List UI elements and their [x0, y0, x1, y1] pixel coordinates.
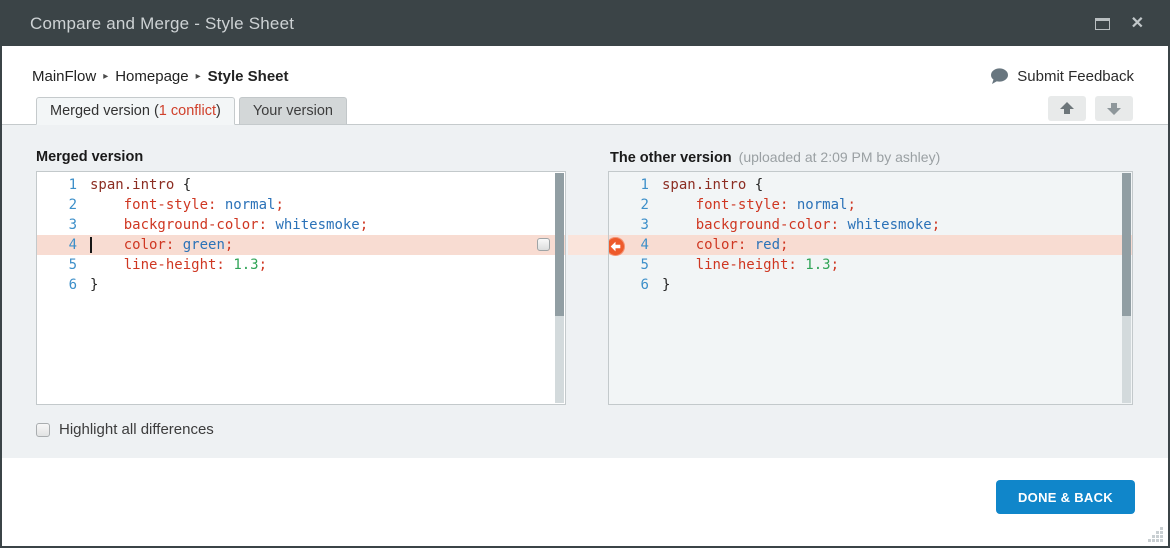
code-text: background-color: whitesmoke; — [123, 217, 369, 233]
code-line-4[interactable]: 4 color: red; — [608, 235, 1132, 255]
merged-version-editor[interactable]: 1 span.intro {2 font-style: normal; 3 back… — [36, 171, 566, 405]
line-number: 5 — [640, 257, 649, 273]
scrollbar-thumb[interactable] — [554, 173, 564, 316]
code-text: } — [90, 277, 99, 293]
code-line-3[interactable]: 3 background-color: whitesmoke; — [609, 215, 1132, 235]
conflict-line-checkbox[interactable] — [536, 238, 550, 251]
code-line-4[interactable]: 4 color: green; — [37, 235, 565, 255]
dialog-window: Compare and Merge - Style Sheet ✕ MainFl… — [0, 0, 1170, 548]
resize-grip-icon[interactable] — [1147, 526, 1164, 543]
previous-conflict-button[interactable] — [1048, 96, 1086, 121]
next-conflict-button[interactable] — [1095, 96, 1133, 121]
tab-merged-label-end: ) — [216, 103, 221, 119]
code-line-5[interactable]: 5 line-height: 1.3; — [37, 255, 565, 275]
window-controls: ✕ — [1094, 16, 1144, 32]
code-text: } — [661, 277, 671, 293]
code-text: font-style: normal; — [695, 197, 856, 213]
code-line-1[interactable]: 1 span.intro { — [609, 175, 1132, 195]
tab-your-version[interactable]: Your version — [238, 97, 347, 125]
right-panel-scrollbar[interactable] — [1122, 173, 1131, 403]
submit-feedback-button[interactable]: Submit Feedback — [990, 68, 1134, 85]
down-arrow-icon — [1107, 103, 1121, 115]
code-text: font-style: normal; — [123, 197, 284, 213]
line-number: 3 — [68, 217, 77, 233]
line-number: 6 — [68, 277, 77, 293]
code-line-6[interactable]: 6} — [609, 275, 1132, 295]
other-version-heading: The other version (uploaded at 2:09 PM b… — [610, 149, 940, 171]
code-text: color: green; — [123, 237, 234, 253]
merged-version-heading: Merged version — [36, 149, 144, 165]
tab-your-version-label: Your version — [252, 103, 333, 119]
line-number: 3 — [640, 217, 649, 233]
conflict-count: 1 conflict — [158, 103, 217, 119]
breadcrumb-separator-icon: ▸ — [195, 71, 201, 82]
compare-area: Merged version The other version (upload… — [2, 124, 1168, 458]
panels-row: 1 span.intro {2 font-style: normal; 3 back… — [2, 171, 1168, 405]
code-line-1[interactable]: 1 span.intro { — [37, 175, 565, 195]
code-text: background-color: whitesmoke; — [695, 217, 941, 233]
line-number: 6 — [640, 277, 649, 293]
left-panel-scrollbar[interactable] — [554, 173, 564, 403]
code-line-2[interactable]: 2 font-style: normal; — [37, 195, 565, 215]
tab-merged-version[interactable]: Merged version (1 conflict) — [36, 97, 235, 125]
conflict-connector-band — [568, 235, 610, 255]
line-number: 2 — [68, 197, 77, 213]
left-arrow-icon — [610, 241, 621, 252]
code-text: line-height: 1.3; — [695, 257, 840, 273]
code-lines: 1 span.intro {2 font-style: normal; 3 back… — [37, 172, 565, 295]
line-number: 1 — [68, 177, 77, 193]
maximize-icon[interactable] — [1094, 18, 1110, 30]
panel-headings: Merged version The other version (upload… — [2, 149, 1168, 171]
code-line-5[interactable]: 5 line-height: 1.3; — [609, 255, 1132, 275]
code-text: line-height: 1.3; — [123, 257, 268, 273]
breadcrumb: MainFlow ▸ Homepage ▸ Style Sheet — [32, 68, 289, 85]
line-number: 5 — [68, 257, 77, 273]
breadcrumb-row: MainFlow ▸ Homepage ▸ Style Sheet Submit… — [2, 46, 1168, 90]
highlight-all-differences-label: Highlight all differences — [59, 421, 214, 438]
line-number: 4 — [68, 237, 77, 253]
close-icon[interactable]: ✕ — [1131, 16, 1144, 32]
breadcrumb-homepage[interactable]: Homepage — [115, 68, 188, 85]
code-text: span.intro { — [90, 177, 192, 193]
conflict-navigation — [1048, 96, 1133, 121]
code-line-2[interactable]: 2 font-style: normal; — [609, 195, 1132, 215]
breadcrumb-mainflow[interactable]: MainFlow — [32, 68, 96, 85]
titlebar: Compare and Merge - Style Sheet ✕ — [2, 2, 1168, 46]
other-version-title: The other version — [610, 150, 732, 166]
code-lines: 1 span.intro {2 font-style: normal; 3 back… — [608, 172, 1132, 295]
submit-feedback-label: Submit Feedback — [1017, 68, 1134, 85]
header: MainFlow ▸ Homepage ▸ Style Sheet Submit… — [2, 46, 1168, 125]
footer: DONE & BACK — [2, 458, 1168, 546]
tab-merged-label: Merged version ( — [50, 103, 159, 119]
code-text: color: red; — [695, 237, 789, 253]
other-version-viewer: 1 span.intro {2 font-style: normal; 3 back… — [607, 171, 1133, 405]
code-text: span.intro { — [661, 177, 764, 193]
scrollbar-thumb[interactable] — [1122, 173, 1131, 316]
up-arrow-icon — [1060, 102, 1074, 114]
code-line-3[interactable]: 3 background-color: whitesmoke; — [37, 215, 565, 235]
upload-info: (uploaded at 2:09 PM by ashley) — [738, 149, 941, 165]
speech-bubble-icon — [991, 68, 1009, 84]
breadcrumb-separator-icon: ▸ — [103, 71, 109, 82]
highlight-differences-row: Highlight all differences — [2, 405, 1168, 438]
tabs-row: Merged version (1 conflict) Your version — [2, 90, 1168, 125]
breadcrumb-style-sheet: Style Sheet — [207, 68, 289, 85]
text-cursor — [90, 237, 92, 253]
code-line-6[interactable]: 6} — [37, 275, 565, 295]
done-and-back-button[interactable]: DONE & BACK — [995, 480, 1135, 514]
highlight-all-differences-checkbox[interactable] — [36, 422, 50, 437]
line-number: 2 — [640, 197, 649, 213]
window-title: Compare and Merge - Style Sheet — [30, 14, 295, 33]
line-number: 1 — [640, 177, 649, 193]
